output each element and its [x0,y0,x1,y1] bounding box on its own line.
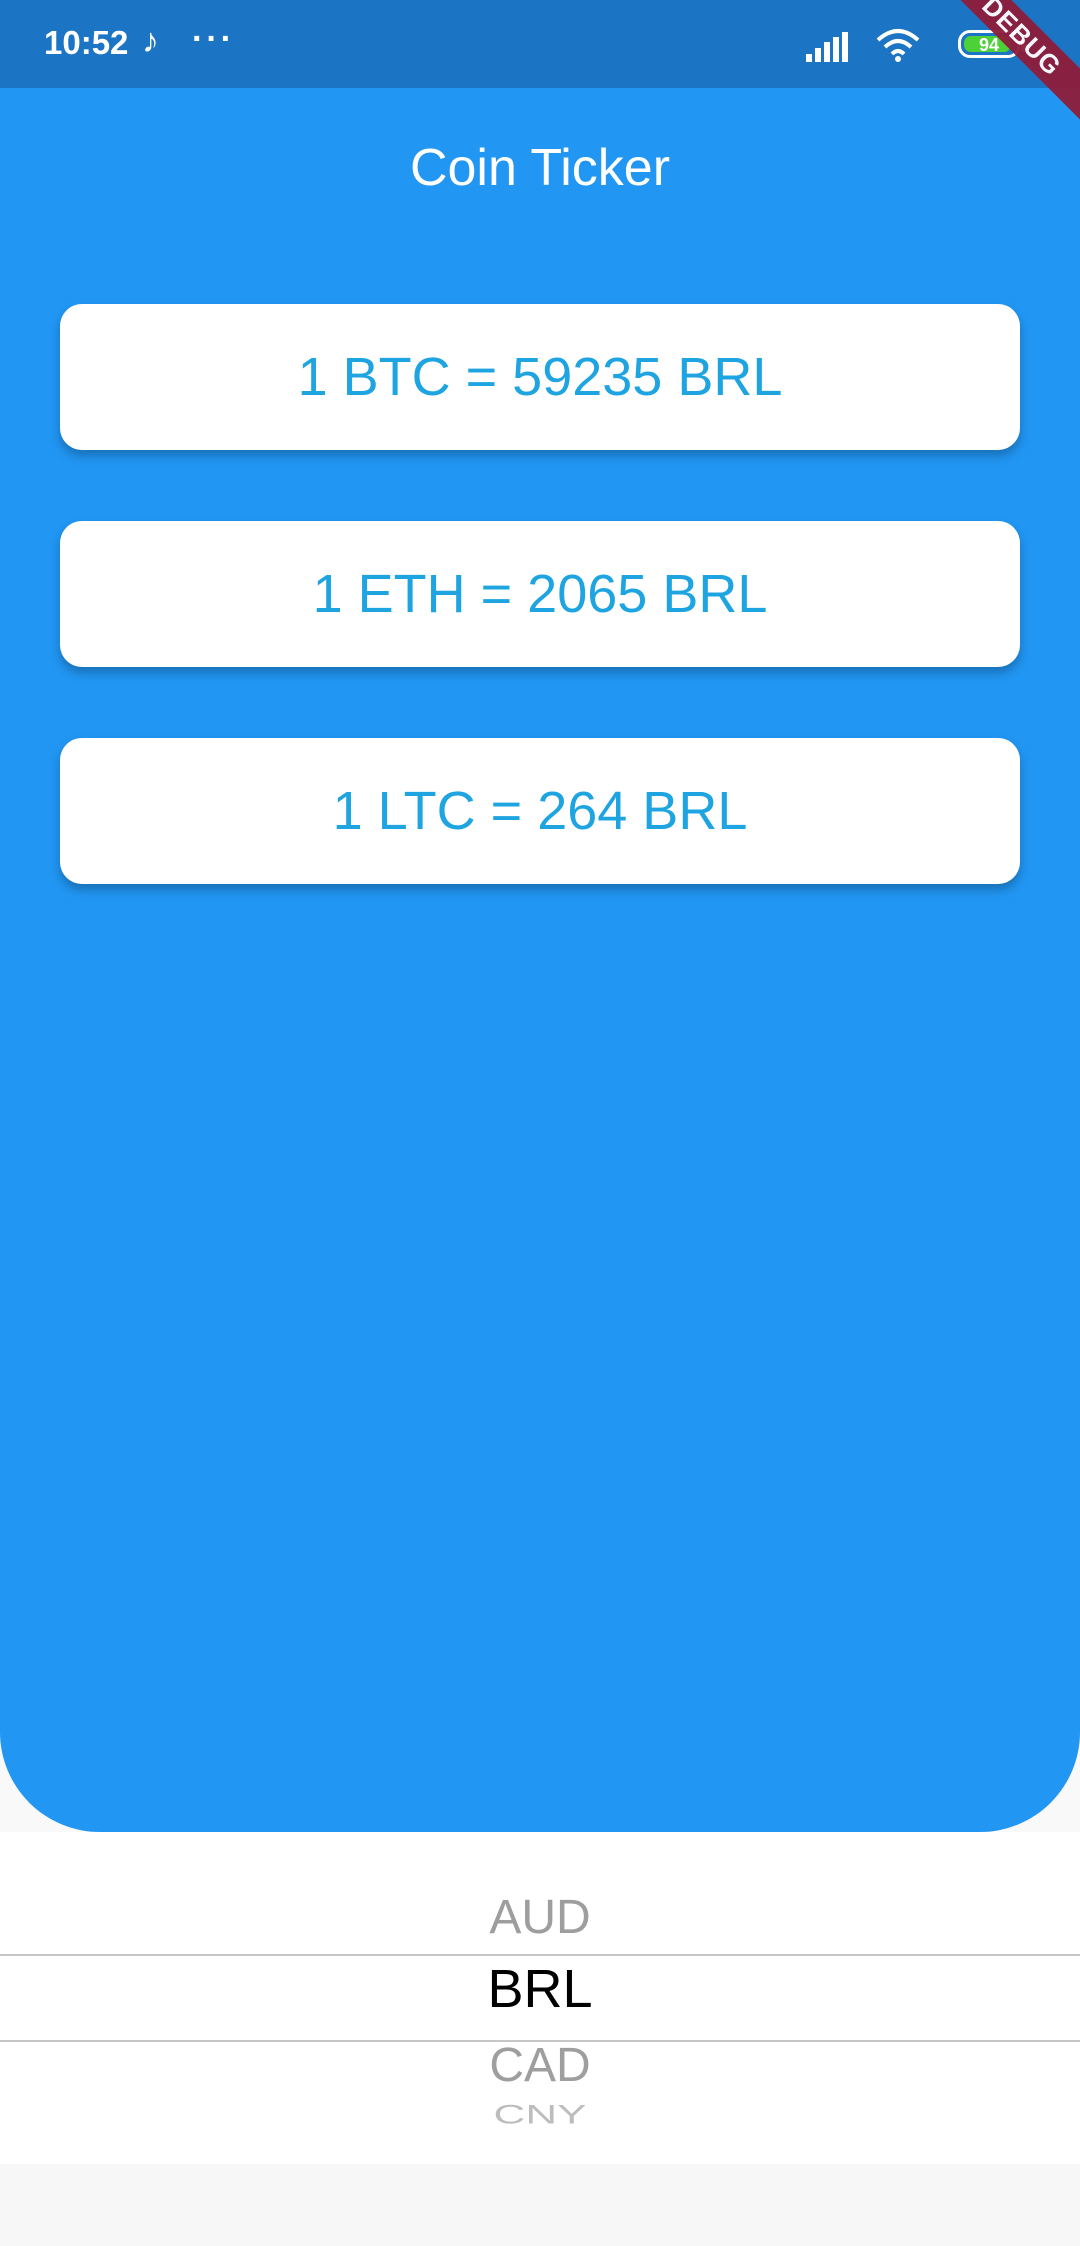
rate-text-ltc: 1 LTC = 264 BRL [332,781,748,841]
signal-icon [806,32,848,62]
picker-item-cny[interactable]: CNY [0,2100,1080,2130]
music-note-icon: ♪ [142,22,159,60]
status-time: 10:52 [44,24,129,61]
rate-card-ltc: 1 LTC = 264 BRL [60,738,1020,884]
rate-text-btc: 1 BTC = 59235 BRL [297,347,783,407]
wifi-icon [876,29,920,62]
main-panel: Coin Ticker 1 BTC = 59235 BRL 1 ETH = 20… [0,88,1080,1832]
status-bar: 10:52 ♪ ··· 94 [0,0,1080,88]
picker-item-brl-selected[interactable]: BRL [0,1958,1080,2020]
picker-item-aud[interactable]: AUD [0,1890,1080,1945]
currency-picker[interactable]: AUD BRL CAD CNY [0,1832,1080,2164]
picker-selection-top-line [0,1954,1080,1956]
page-title: Coin Ticker [409,139,671,197]
rate-card-btc: 1 BTC = 59235 BRL [60,304,1020,450]
picker-item-cad[interactable]: CAD [0,2038,1080,2093]
bottom-strip [0,2164,1080,2246]
rate-card-eth: 1 ETH = 2065 BRL [60,521,1020,667]
more-notifications-icon: ··· [192,20,235,58]
rate-text-eth: 1 ETH = 2065 BRL [312,564,768,624]
